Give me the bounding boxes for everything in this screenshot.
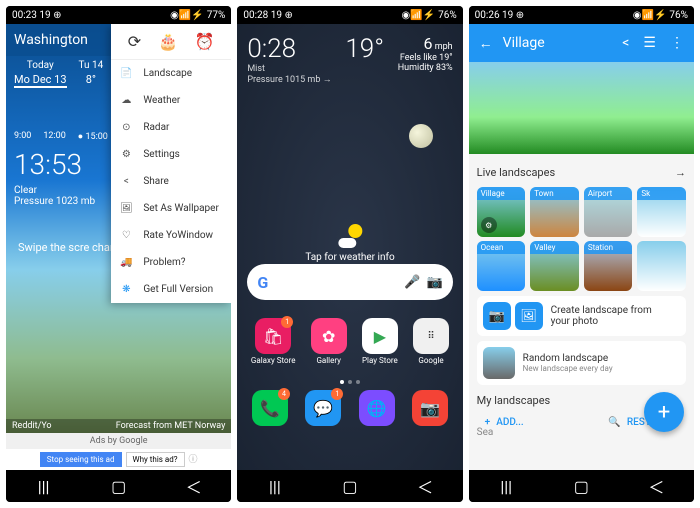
camera-icon: 📷 xyxy=(483,302,511,330)
nav-home[interactable]: ▢ xyxy=(561,477,601,496)
menu-problem[interactable]: 🚚Problem? xyxy=(111,249,231,276)
app-camera[interactable]: 📷 xyxy=(412,390,448,428)
app-messages[interactable]: 💬1 xyxy=(305,390,341,428)
google-search[interactable]: G 🎤 📷 xyxy=(247,264,452,300)
tab-tomorrow[interactable]: Tu 148° xyxy=(79,60,104,88)
back-icon[interactable]: ← xyxy=(479,35,493,52)
moon-icon xyxy=(409,124,433,148)
mic-icon[interactable]: 🎤 xyxy=(404,275,420,290)
card-sky[interactable]: Sk xyxy=(637,187,686,237)
nav-bar: ||| ▢ ＜ xyxy=(6,470,231,502)
nav-bar: ||| ▢ ＜ xyxy=(237,470,462,502)
app-gallery[interactable]: ✿Gallery xyxy=(311,318,347,365)
nav-back[interactable]: ＜ xyxy=(636,474,676,498)
nav-recents[interactable]: ||| xyxy=(255,477,295,496)
card-station[interactable]: Station xyxy=(584,241,633,291)
phone-1: 00:23 19 ⊕ ◉📶⚡77% Washington TodayMo Dec… xyxy=(6,6,231,502)
widget-temp: 19° xyxy=(345,34,384,64)
widget-time: 0:28 xyxy=(247,34,331,64)
card-valley[interactable]: Valley xyxy=(530,241,579,291)
menu-settings[interactable]: ⚙Settings xyxy=(111,141,231,168)
menu-full-version[interactable]: ❋Get Full Version xyxy=(111,276,231,303)
nav-recents[interactable]: ||| xyxy=(24,477,64,496)
refresh-icon[interactable]: ⟳ xyxy=(128,32,141,51)
stop-ad-button[interactable]: Stop seeing this ad xyxy=(40,452,122,467)
nav-home[interactable]: ▢ xyxy=(330,477,370,496)
nav-back[interactable]: ＜ xyxy=(405,474,445,498)
phone-2: 00:28 19 ⊕ ◉📶⚡76% 0:28 Mist Pressure 101… xyxy=(237,6,462,502)
home-screen[interactable]: 0:28 Mist Pressure 1015 mb → 19° 6 mph F… xyxy=(237,24,462,470)
phone-3: 00:26 19 ⊕ ◉📶⚡76% ← Village < ☰ ⋮ Live l… xyxy=(469,6,694,502)
card-extra[interactable] xyxy=(637,241,686,291)
card-village[interactable]: Village⚙ xyxy=(477,187,526,237)
why-ad-button[interactable]: Why this ad? xyxy=(126,452,185,467)
app-google-folder[interactable]: ⠿Google xyxy=(413,318,449,365)
sea-label: Sea xyxy=(477,427,494,438)
menu-wallpaper[interactable]: 🖼Set As Wallpaper xyxy=(111,195,231,222)
menu-landscape[interactable]: 📄Landscape xyxy=(111,60,231,87)
random-thumb xyxy=(483,347,515,379)
nav-bar: ||| ▢ ＜ xyxy=(469,470,694,502)
tab-today[interactable]: TodayMo Dec 13 xyxy=(14,60,67,88)
status-bar: 00:26 19 ⊕ ◉📶⚡76% xyxy=(469,6,694,24)
create-from-photo[interactable]: 📷🖼 Create landscape fromyour photo xyxy=(477,296,686,336)
lens-icon[interactable]: 📷 xyxy=(426,275,442,290)
card-airport[interactable]: Airport xyxy=(584,187,633,237)
menu-radar[interactable]: ⊙Radar xyxy=(111,114,231,141)
cake-icon[interactable]: 🎂 xyxy=(158,32,178,51)
status-bar: 00:23 19 ⊕ ◉📶⚡77% xyxy=(6,6,231,24)
menu-icon[interactable]: ⋮ xyxy=(670,35,684,51)
landscape-screen: ← Village < ☰ ⋮ Live landscapes→ Village… xyxy=(469,24,694,470)
page-dots xyxy=(340,380,360,384)
ads-label: Ads by Google xyxy=(6,433,231,449)
nav-home[interactable]: ▢ xyxy=(99,477,139,496)
list-icon[interactable]: ☰ xyxy=(643,35,656,51)
overflow-menu: ⟳ 🎂 ⏰ 📄Landscape ☁Weather ⊙Radar ⚙Settin… xyxy=(111,24,231,303)
share-icon[interactable]: < xyxy=(622,35,629,51)
app-galaxy-store[interactable]: 🛍1Galaxy Store xyxy=(251,318,296,365)
card-ocean[interactable]: Ocean xyxy=(477,241,526,291)
dock: 📞4 💬1 🌐 📷 xyxy=(243,390,456,428)
menu-weather[interactable]: ☁Weather xyxy=(111,87,231,114)
tap-weather[interactable]: Tap for weather info xyxy=(305,224,394,263)
card-town[interactable]: Town xyxy=(530,187,579,237)
page-title: Village xyxy=(503,35,545,51)
app-play-store[interactable]: ▶Play Store xyxy=(362,318,398,365)
gallery-icon: 🖼 xyxy=(515,302,543,330)
fab-add[interactable]: + xyxy=(644,392,684,432)
status-bar: 00:28 19 ⊕ ◉📶⚡76% xyxy=(237,6,462,24)
alarm-icon[interactable]: ⏰ xyxy=(195,32,215,51)
nav-recents[interactable]: ||| xyxy=(486,477,526,496)
menu-share[interactable]: <Share xyxy=(111,168,231,195)
app-phone[interactable]: 📞4 xyxy=(252,390,288,428)
hero-image xyxy=(469,62,694,154)
app-row-1: 🛍1Galaxy Store ✿Gallery ▶Play Store ⠿Goo… xyxy=(243,318,456,365)
random-landscape[interactable]: Random landscapeNew landscape every day xyxy=(477,341,686,385)
app-browser[interactable]: 🌐 xyxy=(359,390,395,428)
nav-back[interactable]: ＜ xyxy=(174,474,214,498)
toolbar: ← Village < ☰ ⋮ xyxy=(469,24,694,62)
menu-rate[interactable]: ♡Rate YoWindow xyxy=(111,222,231,249)
google-logo-icon: G xyxy=(257,273,268,292)
arrow-icon[interactable]: → xyxy=(675,166,686,179)
